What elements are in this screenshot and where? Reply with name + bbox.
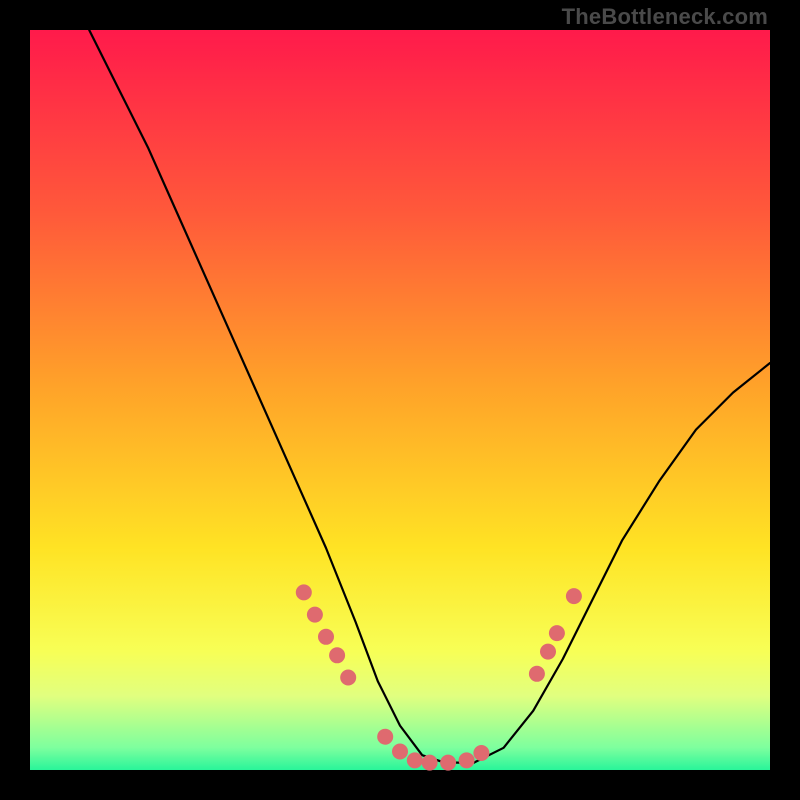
data-dot: [340, 670, 356, 686]
data-dot: [329, 647, 345, 663]
chart-overlay: [30, 30, 770, 770]
data-dot: [422, 755, 438, 771]
data-dot: [540, 644, 556, 660]
data-dot: [529, 666, 545, 682]
watermark-text: TheBottleneck.com: [562, 4, 768, 30]
bottleneck-curve: [89, 30, 770, 763]
curve-dots: [296, 584, 582, 770]
data-dot: [549, 625, 565, 641]
data-dot: [318, 629, 334, 645]
data-dot: [473, 745, 489, 761]
data-dot: [440, 755, 456, 771]
data-dot: [459, 752, 475, 768]
data-dot: [407, 752, 423, 768]
data-dot: [377, 729, 393, 745]
data-dot: [566, 588, 582, 604]
data-dot: [296, 584, 312, 600]
data-dot: [307, 607, 323, 623]
data-dot: [392, 744, 408, 760]
